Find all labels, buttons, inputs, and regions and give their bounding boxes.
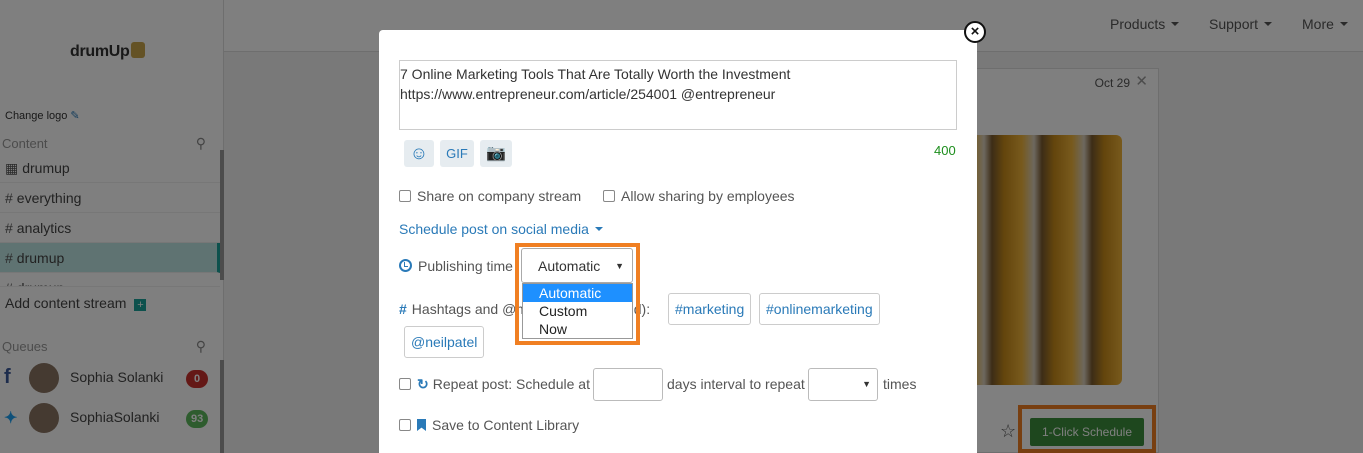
close-icon: × xyxy=(970,23,980,40)
bookmark-icon xyxy=(417,419,426,431)
dropdown-highlight xyxy=(515,243,640,345)
refresh-icon: ↻ xyxy=(417,376,429,392)
schedule-link-label: Schedule post on social media xyxy=(399,221,589,237)
save-library-option[interactable]: Save to Content Library xyxy=(399,417,579,433)
gif-button[interactable]: GIF xyxy=(440,140,474,167)
hash-icon: # xyxy=(399,301,407,317)
publishing-time-text: Publishing time xyxy=(418,258,513,274)
smiley-icon: ☺ xyxy=(409,143,429,163)
allow-employees-option[interactable]: Allow sharing by employees xyxy=(603,188,795,204)
camera-icon: 📷 xyxy=(486,145,506,162)
allow-employees-checkbox[interactable] xyxy=(603,190,615,202)
chevron-down-icon: ▼ xyxy=(862,379,871,389)
camera-button[interactable]: 📷 xyxy=(480,140,512,167)
emoji-button[interactable]: ☺ xyxy=(404,140,434,167)
character-count: 400 xyxy=(934,143,956,158)
tag-neilpatel[interactable]: @neilpatel xyxy=(404,326,485,358)
schedule-post-link[interactable]: Schedule post on social media xyxy=(399,221,603,237)
repeat-times-select[interactable]: ▼ xyxy=(808,368,878,401)
post-text-area[interactable]: 7 Online Marketing Tools That Are Totall… xyxy=(399,60,957,130)
clock-icon xyxy=(399,259,412,272)
share-company-option[interactable]: Share on company stream xyxy=(399,188,581,204)
share-post-modal: 7 Online Marketing Tools That Are Totall… xyxy=(379,30,977,453)
tag-onlinemarketing[interactable]: #onlinemarketing xyxy=(759,293,880,325)
close-modal-button[interactable]: × xyxy=(964,21,986,43)
share-company-label: Share on company stream xyxy=(417,188,582,204)
share-company-checkbox[interactable] xyxy=(399,190,411,202)
repeat-label: Repeat post: Schedule at xyxy=(432,376,590,392)
save-library-label: Save to Content Library xyxy=(432,417,580,433)
allow-employees-label: Allow sharing by employees xyxy=(621,188,795,204)
publishing-time-label: Publishing time xyxy=(399,258,513,274)
repeat-interval-input[interactable] xyxy=(593,368,663,401)
save-library-checkbox[interactable] xyxy=(399,419,411,431)
hashtags-label-start: Hashtags and @m xyxy=(411,301,528,317)
days-interval-label: days interval to repeat xyxy=(667,376,805,392)
repeat-post-option[interactable]: ↻ Repeat post: Schedule at xyxy=(399,376,590,393)
repeat-post-checkbox[interactable] xyxy=(399,378,411,390)
times-label: times xyxy=(883,376,917,392)
chevron-down-icon xyxy=(594,227,603,231)
tag-marketing[interactable]: #marketing xyxy=(668,293,752,325)
